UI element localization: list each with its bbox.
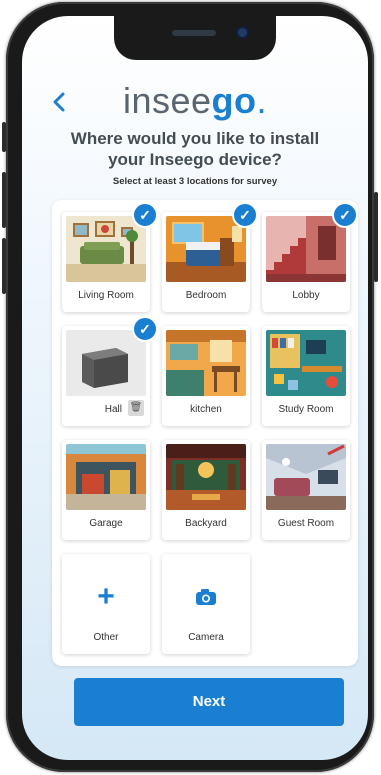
notch <box>114 16 276 60</box>
trash-icon[interactable]: 🗑 <box>128 400 144 416</box>
location-card-lobby[interactable]: Lobby ✓ <box>262 202 358 312</box>
location-card-bedroom[interactable]: Bedroom ✓ <box>162 202 258 312</box>
add-other-location-card[interactable]: + Other <box>62 554 150 654</box>
location-label: Study Room <box>278 404 334 415</box>
living-room-image <box>66 216 146 282</box>
logo-accent: go <box>211 80 257 121</box>
location-card-kitchen[interactable]: kitchen <box>162 326 250 426</box>
guest-room-image <box>266 444 346 510</box>
front-camera <box>238 28 247 37</box>
title-line-1: Where would you like to install <box>70 129 320 148</box>
inseego-logo: inseego. <box>22 80 368 122</box>
check-icon: ✓ <box>132 316 158 342</box>
location-label: Garage <box>89 518 123 529</box>
check-icon: ✓ <box>332 202 358 228</box>
check-icon: ✓ <box>132 202 158 228</box>
location-card-garage[interactable]: Garage <box>62 440 150 540</box>
camera-icon <box>196 589 216 605</box>
location-grid: Living Room ✓ Bedroom ✓ Lobby ✓ Hall 🗑 ✓… <box>62 202 358 654</box>
check-icon: ✓ <box>232 202 258 228</box>
location-panel: Living Room ✓ Bedroom ✓ Lobby ✓ Hall 🗑 ✓… <box>52 200 358 666</box>
plus-icon: + <box>97 580 115 613</box>
location-label: Living Room <box>78 290 134 301</box>
volume-down-button <box>2 238 6 294</box>
location-card-hall[interactable]: Hall 🗑 ✓ <box>62 316 158 426</box>
location-card-study-room[interactable]: Study Room <box>262 326 350 426</box>
location-label: Guest Room <box>277 518 335 529</box>
page-subtitle: Select at least 3 locations for survey <box>112 176 278 187</box>
volume-up-button <box>2 172 6 228</box>
other-label: Other <box>93 632 119 643</box>
app-screen: inseego. Where would you like to install… <box>22 16 368 760</box>
logo-dot: . <box>256 80 268 121</box>
speaker <box>172 30 216 36</box>
next-button[interactable]: Next <box>74 678 344 726</box>
bedroom-image <box>166 216 246 282</box>
kitchen-image <box>166 330 246 396</box>
location-card-guest-room[interactable]: Guest Room <box>262 440 350 540</box>
location-label: Lobby <box>292 290 320 301</box>
location-label: Backyard <box>185 518 227 529</box>
garage-image <box>66 444 146 510</box>
location-card-living-room[interactable]: Living Room ✓ <box>62 202 158 312</box>
location-label: Hall <box>104 404 122 415</box>
location-label: kitchen <box>190 404 222 415</box>
camera-card[interactable]: Camera <box>162 554 250 654</box>
title-line-2: your Inseego device? <box>108 150 282 169</box>
hall-image <box>66 330 146 396</box>
backyard-image <box>166 444 246 510</box>
logo-prefix: insee <box>122 80 212 121</box>
phone-frame: inseego. Where would you like to install… <box>2 2 378 772</box>
page-title: Where would you like to install your Ins… <box>22 128 368 170</box>
location-label: Bedroom <box>185 290 227 301</box>
camera-label: Camera <box>188 632 224 643</box>
power-button <box>374 192 378 282</box>
lobby-image <box>266 216 346 282</box>
mute-switch <box>2 122 6 152</box>
location-card-backyard[interactable]: Backyard <box>162 440 250 540</box>
study-room-image <box>266 330 346 396</box>
